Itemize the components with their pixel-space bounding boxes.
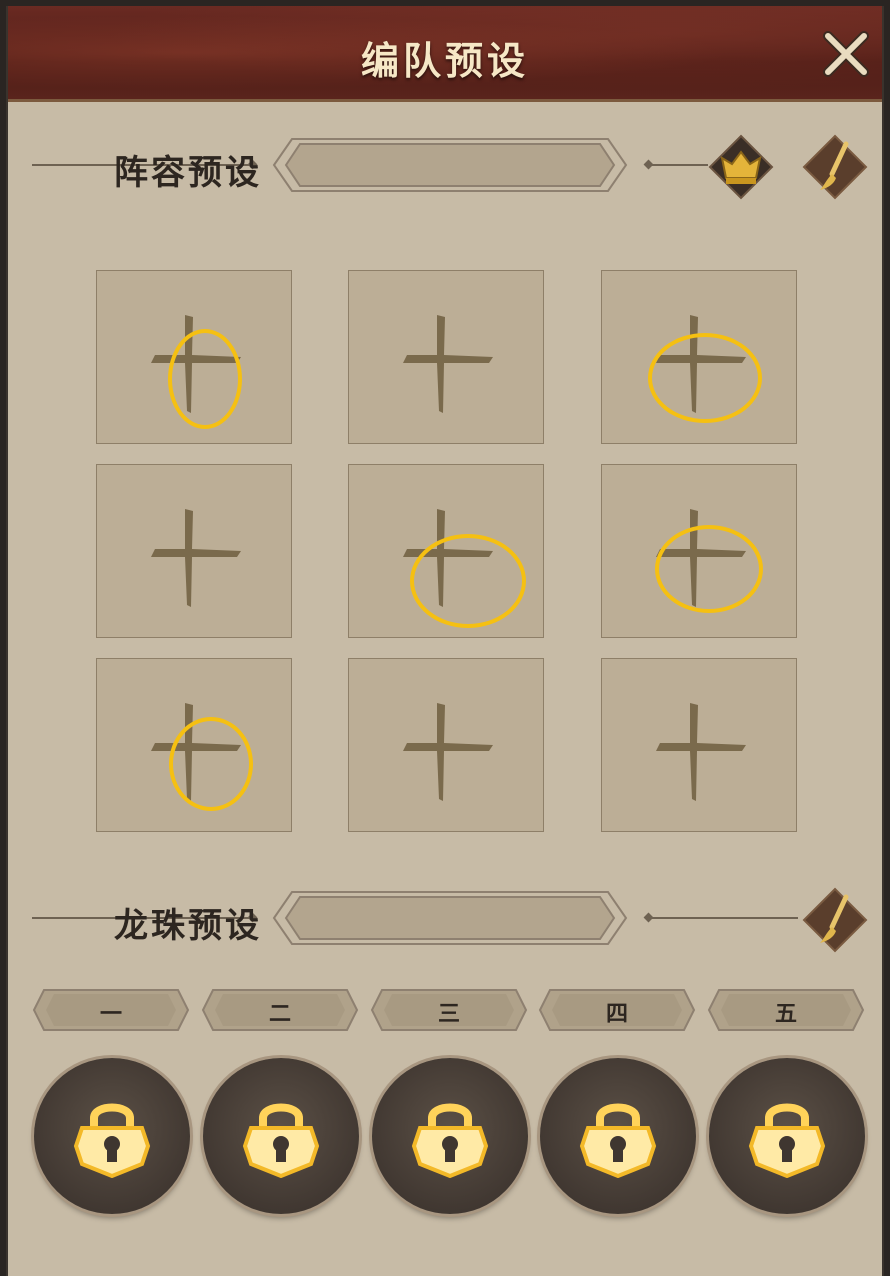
pearl-tab-label: 五 [774,1001,797,1027]
pearl-tab-label: 一 [99,1001,122,1027]
brush-icon [802,887,868,953]
pearl-tab-3[interactable]: 三 [370,988,528,1032]
pearl-slot-5[interactable] [709,1058,865,1214]
pearl-section-header: 龙珠预设 [8,887,882,953]
pearl-slot-1[interactable] [34,1058,190,1214]
plus-icon [151,703,241,801]
pearl-slot-2[interactable] [203,1058,359,1214]
close-button[interactable] [818,26,874,82]
lineup-section-header: 阵容预设 [8,134,882,200]
lineup-slot-4[interactable] [96,464,292,638]
lock-icon [73,1103,151,1178]
lineup-slot-1[interactable] [96,270,292,444]
plus-icon [403,509,493,607]
lineup-slot-6[interactable] [601,464,797,638]
window-title: 编队预设 [360,38,529,83]
lineup-preset-panel: 编队预设 阵容预设 龙珠预设 一 二 三 四 五 [6,6,884,1276]
divider-line [648,917,798,919]
brush-button[interactable] [802,134,868,200]
pearl-slot-3[interactable] [372,1058,528,1214]
title-bar: 编队预设 [8,6,882,102]
lineup-section-title: 阵容预设 [114,153,262,193]
pearl-tab-label: 四 [605,1001,628,1027]
lineup-slot-3[interactable] [601,270,797,444]
lock-icon [579,1103,657,1178]
brush-icon [802,134,868,200]
brush-button[interactable] [802,887,868,953]
plus-icon [656,315,746,413]
divider-line [648,164,708,166]
plus-icon [403,703,493,801]
close-x-icon [823,31,869,77]
crown-button[interactable] [708,134,774,200]
pearl-tab-2[interactable]: 二 [201,988,359,1032]
plus-icon [656,509,746,607]
pearl-tab-1[interactable]: 一 [32,988,190,1032]
gold-crown-icon [708,134,774,200]
pearl-tab-5[interactable]: 五 [707,988,865,1032]
plus-icon [151,509,241,607]
pearl-tab-label: 二 [268,1001,291,1027]
lock-icon [748,1103,826,1178]
pearl-tab-4[interactable]: 四 [538,988,696,1032]
pearl-section-title: 龙珠预设 [114,906,262,946]
pearl-tab-label: 三 [437,1001,460,1027]
lineup-slot-7[interactable] [96,658,292,832]
plus-icon [656,703,746,801]
plus-icon [403,315,493,413]
lock-icon [411,1103,489,1178]
plus-icon [151,315,241,413]
lineup-slot-9[interactable] [601,658,797,832]
pearl-slot-4[interactable] [540,1058,696,1214]
lineup-slot-2[interactable] [348,270,544,444]
lineup-slot-5[interactable] [348,464,544,638]
lineup-slot-8[interactable] [348,658,544,832]
lock-icon [242,1103,320,1178]
